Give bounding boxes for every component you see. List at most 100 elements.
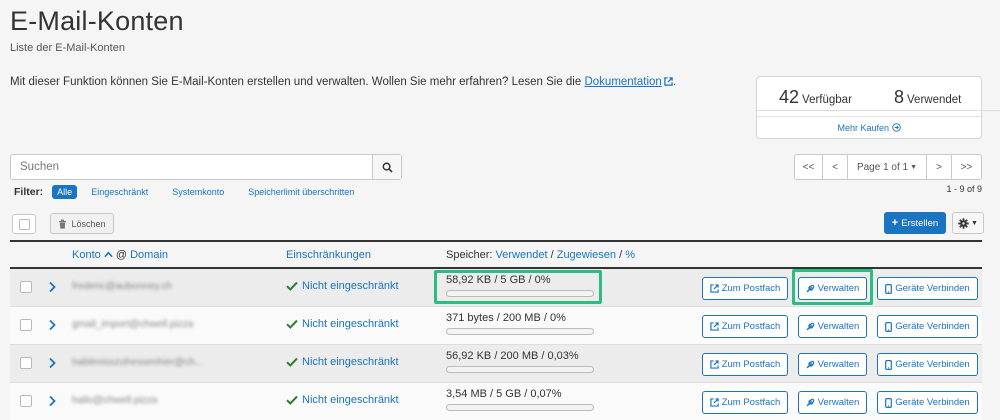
page-select[interactable]: Page 1 of 1 ▼ <box>847 154 927 180</box>
row-checkbox[interactable] <box>20 357 32 369</box>
restriction-link[interactable]: Nicht eingeschränkt <box>286 394 399 406</box>
filter-storage-exceeded[interactable]: Speicherlimit überschritten <box>243 185 359 199</box>
wrench-icon <box>806 322 814 331</box>
phone-icon <box>885 397 893 408</box>
account-address: hallo@chwell.pizza <box>72 395 158 406</box>
manage-button[interactable]: Verwalten <box>798 353 867 376</box>
search-button[interactable] <box>372 155 401 179</box>
manage-label: Verwalten <box>817 359 860 370</box>
open-mailbox-button[interactable]: Zum Postfach <box>702 277 788 300</box>
open-mailbox-button[interactable]: Zum Postfach <box>702 391 788 414</box>
filter-system-account[interactable]: Systemkonto <box>167 185 229 199</box>
manage-button[interactable]: Verwalten <box>798 391 867 414</box>
col-at: @ <box>115 249 128 261</box>
buy-more-link[interactable]: Mehr Kaufen <box>757 123 981 133</box>
storage-usage: 371 bytes / 200 MB / 0% <box>446 312 566 324</box>
external-link-icon <box>710 284 719 293</box>
stats-divider <box>757 116 981 117</box>
sort-storage-assigned[interactable]: Zugewiesen <box>557 249 616 261</box>
connect-devices-label: Geräte Verbinden <box>895 397 970 408</box>
sort-restrictions[interactable]: Einschränkungen <box>286 249 371 261</box>
chevron-right-icon[interactable] <box>48 281 56 293</box>
trash-icon <box>59 219 67 229</box>
documentation-link[interactable]: Dokumentation <box>584 76 661 88</box>
restriction-link[interactable]: Nicht eingeschränkt <box>286 280 399 292</box>
connect-devices-label: Geräte Verbinden <box>895 283 970 294</box>
manage-button[interactable]: Verwalten <box>798 315 867 338</box>
delete-button[interactable]: Löschen <box>50 213 114 234</box>
settings-dropdown-button[interactable]: ▼ <box>952 212 984 234</box>
next-page-button[interactable]: > <box>926 154 952 180</box>
restriction-label: Nicht eingeschränkt <box>302 356 399 368</box>
table-row: gmail_import@chwell.pizza Nicht eingesch… <box>10 307 982 345</box>
open-mailbox-label: Zum Postfach <box>721 321 781 332</box>
highlight-manage-button <box>792 269 873 305</box>
sort-storage-percent[interactable]: % <box>625 249 635 261</box>
row-checkbox[interactable] <box>20 395 32 407</box>
plus-icon: + <box>891 217 899 229</box>
account-stats-panel: 42 Verfügbar 8 Verwendet Mehr Kaufen <box>756 76 1000 139</box>
buy-more-label: Mehr Kaufen <box>837 123 889 133</box>
manage-label: Verwalten <box>817 321 860 332</box>
open-mailbox-button[interactable]: Zum Postfach <box>702 353 788 376</box>
storage-sep-2: / <box>619 249 623 261</box>
select-all-checkbox[interactable] <box>12 214 36 234</box>
chevron-right-icon[interactable] <box>48 319 56 331</box>
manage-label: Verwalten <box>817 397 860 408</box>
external-link-icon[interactable] <box>664 77 673 86</box>
connect-devices-button[interactable]: Geräte Verbinden <box>877 315 978 338</box>
filter-all[interactable]: Alle <box>52 185 78 199</box>
prev-page-button[interactable]: < <box>822 154 848 180</box>
phone-icon <box>885 321 893 332</box>
restriction-link[interactable]: Nicht eingeschränkt <box>286 356 399 368</box>
highlight-storage-usage <box>434 270 602 304</box>
caret-down-icon: ▼ <box>910 163 918 171</box>
check-icon <box>286 395 298 405</box>
last-page-button[interactable]: >> <box>951 154 982 180</box>
search-input[interactable] <box>11 155 373 179</box>
sort-storage-used[interactable]: Verwendet <box>496 249 548 261</box>
storage-usage: 3,54 MB / 5 GB / 0,07% <box>446 388 562 400</box>
connect-devices-button[interactable]: Geräte Verbinden <box>877 391 978 414</box>
open-mailbox-label: Zum Postfach <box>721 283 781 294</box>
open-mailbox-button[interactable]: Zum Postfach <box>702 315 788 338</box>
check-icon <box>286 357 298 367</box>
available-label: Verfügbar <box>802 94 852 106</box>
restriction-label: Nicht eingeschränkt <box>302 318 399 330</box>
page-label: Page 1 of 1 <box>856 161 909 173</box>
sort-domain[interactable]: Domain <box>130 249 168 261</box>
account-address: gmail_import@chwell.pizza <box>72 319 194 330</box>
circle-arrow-right-icon <box>891 123 901 132</box>
account-address: frederic@aubonney.ch <box>72 281 173 292</box>
restriction-link[interactable]: Nicht eingeschränkt <box>286 318 399 330</box>
filter-restricted[interactable]: Eingeschränkt <box>86 185 153 199</box>
search-box <box>10 154 402 180</box>
connect-devices-button[interactable]: Geräte Verbinden <box>877 353 978 376</box>
used-stat: 8 Verwendet <box>894 87 961 108</box>
external-link-icon <box>710 322 719 331</box>
connect-devices-button[interactable]: Geräte Verbinden <box>877 277 978 300</box>
chevron-right-icon[interactable] <box>48 395 56 407</box>
intro-end: . <box>672 76 677 88</box>
connect-devices-label: Geräte Verbinden <box>895 359 970 370</box>
chevron-right-icon[interactable] <box>48 357 56 369</box>
first-page-button[interactable]: << <box>794 154 823 180</box>
sort-account[interactable]: Konto <box>72 249 101 261</box>
select-all-box <box>19 219 30 230</box>
search-icon <box>382 162 393 173</box>
page-subtitle: Liste der E-Mail-Konten <box>10 42 125 54</box>
table-row: habitmisszufressenhier@ch... Nicht einge… <box>10 345 982 383</box>
row-checkbox[interactable] <box>20 281 32 293</box>
storage-progress-bar <box>446 366 594 373</box>
intro-sentence: Mit dieser Funktion können Sie E-Mail-Ko… <box>10 76 585 88</box>
storage-prefix: Speicher: <box>446 249 493 261</box>
external-link-icon <box>710 398 719 407</box>
sort-asc-icon[interactable] <box>104 251 113 258</box>
restriction-label: Nicht eingeschränkt <box>302 280 399 292</box>
create-button[interactable]: + Erstellen <box>884 212 946 234</box>
delete-label: Löschen <box>71 218 106 229</box>
result-count: 1 - 9 of 9 <box>946 184 982 194</box>
col-account-domain: Konto @ Domain <box>72 249 168 261</box>
row-checkbox[interactable] <box>20 319 32 331</box>
storage-sep-1: / <box>550 249 554 261</box>
